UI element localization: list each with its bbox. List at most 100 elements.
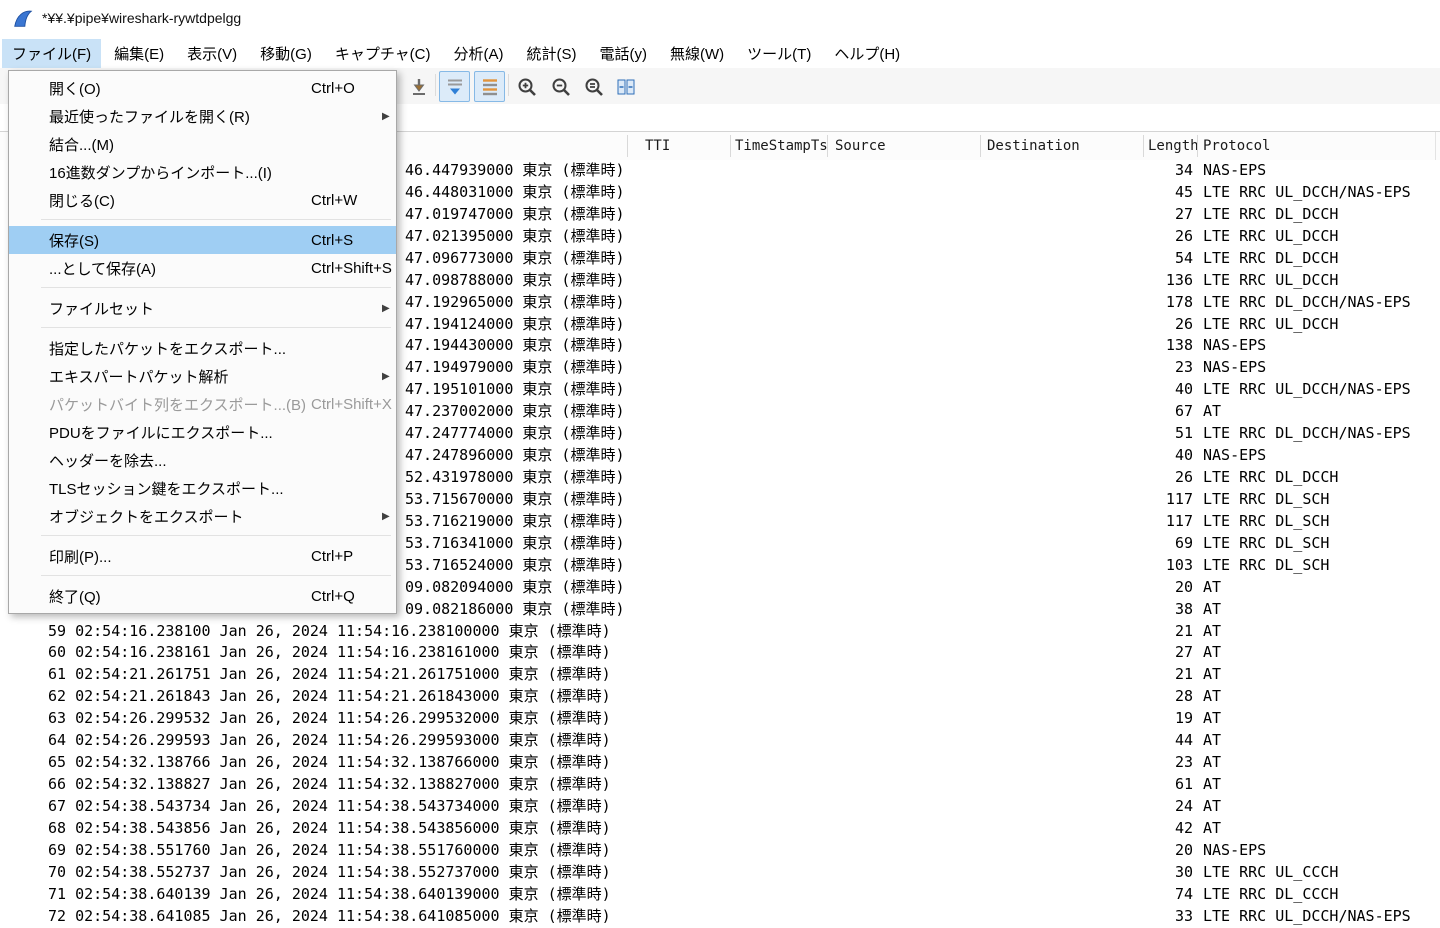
menubar-item[interactable]: ファイル(F) [2, 39, 101, 68]
packet-time-text: 59 02:54:16.238100 Jan 26, 2024 11:54:16… [48, 620, 611, 642]
column-header-protocol[interactable]: Protocol [1203, 138, 1270, 154]
menu-separator [9, 570, 396, 582]
menu-item[interactable]: ...として保存(A)Ctrl+Shift+S [9, 254, 396, 282]
column-header-destination[interactable]: Destination [987, 138, 1080, 154]
column-resize-handle[interactable] [1197, 135, 1198, 157]
packet-row[interactable]: 66 02:54:32.138827 Jan 26, 2024 11:54:32… [0, 773, 1440, 795]
menubar-item[interactable]: 統計(S) [517, 39, 587, 68]
menubar-item[interactable]: 編集(E) [104, 39, 174, 68]
packet-time-text: 53.716341000 東京 (標準時) [405, 532, 625, 554]
wireshark-fin-icon [12, 8, 34, 30]
go-to-bottom-icon [408, 76, 430, 98]
packet-length: 24 [1175, 795, 1193, 817]
packet-protocol: AT [1203, 576, 1221, 598]
column-header-timestampts[interactable]: TimeStampTs [735, 138, 828, 154]
menu-item[interactable]: ファイルセット▶ [9, 294, 396, 322]
packet-time-text: 52.431978000 東京 (標準時) [405, 466, 625, 488]
packet-row[interactable]: 65 02:54:32.138766 Jan 26, 2024 11:54:32… [0, 751, 1440, 773]
menu-item-label: ファイルセット [49, 298, 154, 319]
packet-length: 23 [1175, 751, 1193, 773]
menu-item-shortcut: Ctrl+O [311, 80, 355, 97]
menu-item[interactable]: 最近使ったファイルを開く(R)▶ [9, 102, 396, 130]
column-resize-handle[interactable] [827, 135, 828, 157]
column-resize-handle[interactable] [730, 135, 731, 157]
menu-item[interactable]: TLSセッション鍵をエクスポート... [9, 474, 396, 502]
menu-separator [9, 530, 396, 542]
zoom-out-button[interactable] [545, 71, 576, 102]
menu-item-label: 結合...(M) [49, 134, 114, 155]
packet-protocol: LTE RRC DL_DCCH/NAS-EPS [1203, 422, 1411, 444]
menu-item-shortcut: Ctrl+Q [311, 588, 355, 605]
menu-item[interactable]: 印刷(P)...Ctrl+P [9, 542, 396, 570]
packet-row[interactable]: 71 02:54:38.640139 Jan 26, 2024 11:54:38… [0, 883, 1440, 905]
packet-row[interactable]: 72 02:54:38.641085 Jan 26, 2024 11:54:38… [0, 905, 1440, 927]
packet-row[interactable]: 62 02:54:21.261843 Jan 26, 2024 11:54:21… [0, 685, 1440, 707]
packet-protocol: AT [1203, 620, 1221, 642]
menu-item[interactable]: 終了(Q) Ctrl+Q [9, 582, 396, 610]
menu-item-label: 閉じる(C) [49, 190, 115, 211]
packet-length: 26 [1175, 313, 1193, 335]
menu-item[interactable]: 指定したパケットをエクスポート... [9, 334, 396, 362]
menu-item[interactable]: 閉じる(C)Ctrl+W [9, 186, 396, 214]
menubar-item[interactable]: 無線(W) [660, 39, 734, 68]
auto-scroll-button[interactable] [439, 71, 470, 102]
menubar-item[interactable]: 表示(V) [177, 39, 247, 68]
packet-row[interactable]: 60 02:54:16.238161 Jan 26, 2024 11:54:16… [0, 641, 1440, 663]
zoom-in-button[interactable] [511, 71, 542, 102]
column-resize-handle[interactable] [627, 135, 628, 157]
packet-protocol: AT [1203, 641, 1221, 663]
packet-row[interactable]: 67 02:54:38.543734 Jan 26, 2024 11:54:38… [0, 795, 1440, 817]
packet-length: 27 [1175, 641, 1193, 663]
menu-item-label: 終了(Q) [49, 586, 101, 607]
zoom-normal-icon [583, 76, 605, 98]
menu-item[interactable]: ヘッダーを除去... [9, 446, 396, 474]
file-menu: 開く(O)Ctrl+O最近使ったファイルを開く(R)▶結合...(M)16進数ダ… [8, 70, 397, 614]
submenu-arrow-icon: ▶ [382, 371, 390, 382]
menubar-item[interactable]: 分析(A) [444, 39, 514, 68]
packet-time-text: 47.237002000 東京 (標準時) [405, 400, 625, 422]
menu-item[interactable]: オブジェクトをエクスポート▶ [9, 502, 396, 530]
menu-item[interactable]: 開く(O)Ctrl+O [9, 74, 396, 102]
column-resize-handle[interactable] [1143, 135, 1144, 157]
menubar-item[interactable]: ヘルプ(H) [824, 39, 910, 68]
menubar-item[interactable]: 電話(y) [590, 39, 658, 68]
resize-columns-button[interactable] [610, 71, 641, 102]
packet-time-text: 70 02:54:38.552737 Jan 26, 2024 11:54:38… [48, 861, 611, 883]
colorize-packets-button[interactable] [474, 71, 505, 102]
packet-row[interactable]: 70 02:54:38.552737 Jan 26, 2024 11:54:38… [0, 861, 1440, 883]
column-header-length[interactable]: Length [1148, 138, 1199, 154]
column-resize-handle[interactable] [980, 135, 981, 157]
packet-time-text: 63 02:54:26.299532 Jan 26, 2024 11:54:26… [48, 707, 611, 729]
packet-length: 26 [1175, 466, 1193, 488]
menu-item[interactable]: PDUをファイルにエクスポート... [9, 418, 396, 446]
packet-row[interactable]: 59 02:54:16.238100 Jan 26, 2024 11:54:16… [0, 620, 1440, 642]
packet-protocol: AT [1203, 707, 1221, 729]
packet-row[interactable]: 69 02:54:38.551760 Jan 26, 2024 11:54:38… [0, 839, 1440, 861]
packet-row[interactable]: 63 02:54:26.299532 Jan 26, 2024 11:54:26… [0, 707, 1440, 729]
packet-protocol: AT [1203, 773, 1221, 795]
menu-item[interactable]: 保存(S)Ctrl+S [9, 226, 396, 254]
menu-separator [9, 214, 396, 226]
packet-time-text: 68 02:54:38.543856 Jan 26, 2024 11:54:38… [48, 817, 611, 839]
packet-protocol: LTE RRC UL_CCCH [1203, 861, 1338, 883]
go-to-bottom-button[interactable] [403, 71, 434, 102]
packet-protocol: LTE RRC UL_DCCH/NAS-EPS [1203, 378, 1411, 400]
packet-row[interactable]: 61 02:54:21.261751 Jan 26, 2024 11:54:21… [0, 663, 1440, 685]
menu-item-label: 16進数ダンプからインポート...(I) [49, 162, 272, 183]
window-title: *¥¥.¥pipe¥wireshark-rywtdpelgg [42, 10, 241, 26]
column-header-tti[interactable]: TTI [645, 138, 670, 154]
menu-item[interactable]: 16進数ダンプからインポート...(I) [9, 158, 396, 186]
menubar-item[interactable]: 移動(G) [250, 39, 322, 68]
zoom-normal-button[interactable] [578, 71, 609, 102]
menubar-item[interactable]: ツール(T) [737, 39, 821, 68]
packet-protocol: LTE RRC DL_SCH [1203, 532, 1329, 554]
packet-time-text: 66 02:54:32.138827 Jan 26, 2024 11:54:32… [48, 773, 611, 795]
menu-item[interactable]: 結合...(M) [9, 130, 396, 158]
menubar-item[interactable]: キャプチャ(C) [325, 39, 441, 68]
column-header-source[interactable]: Source [835, 138, 886, 154]
packet-length: 21 [1175, 663, 1193, 685]
menu-item-label: 最近使ったファイルを開く(R) [49, 106, 250, 127]
packet-row[interactable]: 68 02:54:38.543856 Jan 26, 2024 11:54:38… [0, 817, 1440, 839]
menu-item[interactable]: エキスパートパケット解析▶ [9, 362, 396, 390]
packet-row[interactable]: 64 02:54:26.299593 Jan 26, 2024 11:54:26… [0, 729, 1440, 751]
